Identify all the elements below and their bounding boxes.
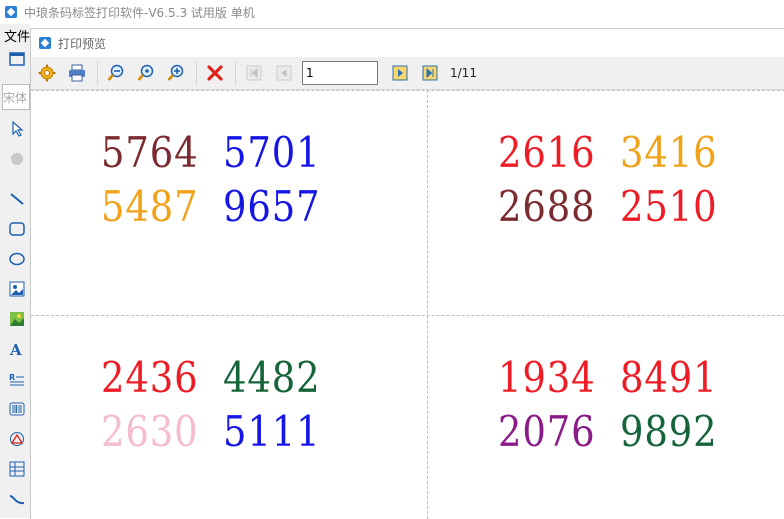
pointer-icon[interactable] [8,120,26,138]
font-name-input[interactable]: 宋体 [2,84,30,110]
prev-page-icon[interactable] [272,61,296,85]
dialog-logo-icon [39,37,51,49]
label-3-number-2: 4482 [223,353,321,402]
picture-icon[interactable] [8,310,26,328]
gear-icon[interactable] [35,61,59,85]
preview-toolbar: 1/11 [31,57,784,90]
zoom-in-icon[interactable] [164,61,188,85]
page-count: 1/11 [450,66,477,80]
dialog-title: 打印预览 [58,36,107,51]
palette-icon[interactable] [8,150,26,168]
richtext-icon[interactable]: R [8,370,26,388]
label-4-number-4: 9892 [620,407,718,456]
left-toolbar: 宋体 A R [0,46,31,518]
page-top-edge [31,90,784,91]
curve-icon[interactable] [8,490,26,508]
toolbar-separator [196,61,197,85]
dialog-titlebar: 打印预览 [31,29,784,57]
toolbar-separator [97,61,98,85]
label-1-number-2: 5701 [223,128,321,177]
label-1-number-3: 5487 [101,182,199,231]
app-logo-icon [5,6,17,18]
label-2-number-3: 2688 [498,182,596,231]
menu-file[interactable]: 文件 [0,24,30,47]
label-3-number-4: 5111 [223,407,321,456]
label-divider-horizontal [31,315,784,316]
printer-icon[interactable] [65,61,89,85]
preview-canvas: 5764 5701 5487 9657 2616 3416 2688 2510 … [31,90,784,519]
label-2-number-2: 3416 [620,128,718,177]
svg-text:R: R [9,373,15,382]
zoom-fit-icon[interactable] [134,61,158,85]
barcode-icon[interactable] [8,400,26,418]
toolbar-separator [235,61,236,85]
shape-icon[interactable] [8,430,26,448]
label-4-number-1: 1934 [498,353,596,402]
zoom-out-icon[interactable] [104,61,128,85]
print-preview-dialog: 打印预览 1 1/11 5764 5701 5487 9657 2616 341… [30,28,784,519]
app-titlebar: 中琅条码标签打印软件-V6.5.3 试用版 单机 [0,0,784,24]
label-3-number-3: 2630 [101,407,199,456]
rounded-rect-icon[interactable] [8,220,26,238]
label-1-number-1: 5764 [101,128,199,177]
label-4-number-3: 2076 [498,407,596,456]
table-icon[interactable] [8,460,26,478]
line-icon[interactable] [8,190,26,208]
label-1-number-4: 9657 [223,182,321,231]
label-2-number-1: 2616 [498,128,596,177]
label-4-number-2: 8491 [620,353,718,402]
page-number-input[interactable] [302,61,378,85]
font-name-value: 宋体 [3,90,28,105]
label-divider-vertical [427,90,428,519]
ellipse-icon[interactable] [8,250,26,268]
last-page-icon[interactable] [418,61,442,85]
svg-text:A: A [9,341,22,357]
label-2-number-4: 2510 [620,182,718,231]
app-title: 中琅条码标签打印软件-V6.5.3 试用版 单机 [24,5,255,20]
first-page-icon[interactable] [242,61,266,85]
text-icon[interactable]: A [8,340,26,358]
label-3-number-1: 2436 [101,353,199,402]
image-icon[interactable] [8,280,26,298]
next-page-icon[interactable] [388,61,412,85]
window-icon[interactable] [8,50,26,68]
menu-file-label: 文件 [4,29,31,45]
close-icon[interactable] [203,61,227,85]
